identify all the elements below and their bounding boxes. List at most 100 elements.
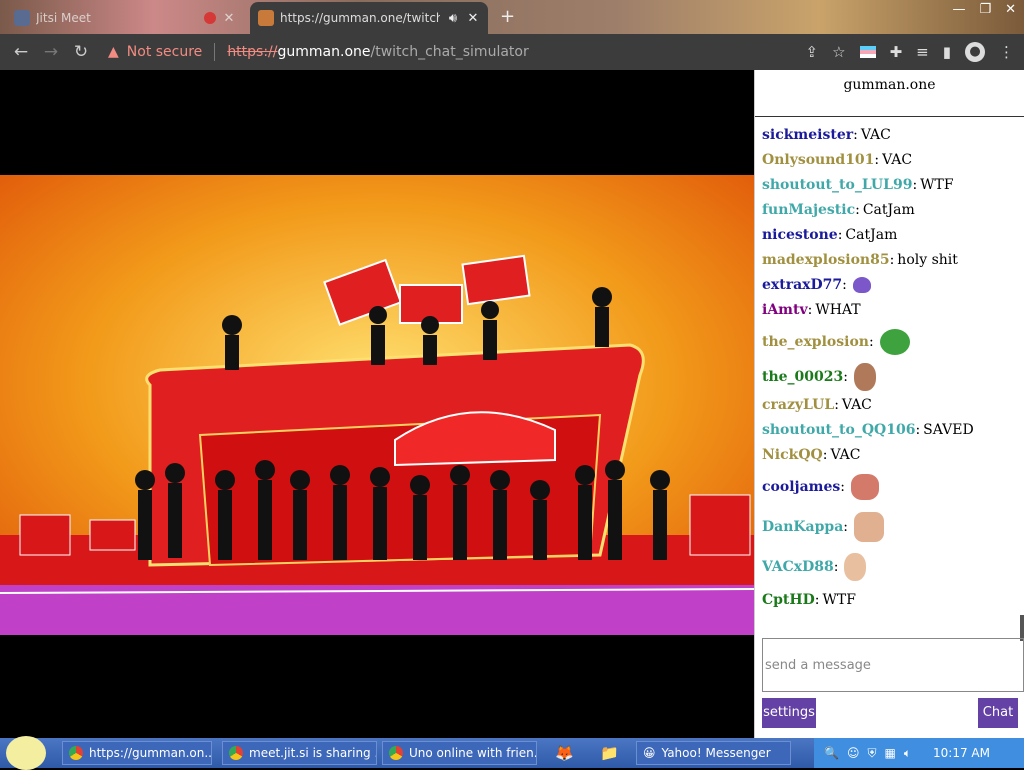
cartoon-scene-image bbox=[0, 175, 754, 635]
chat-username[interactable]: VACxD88 bbox=[762, 559, 834, 575]
chat-colon: : bbox=[842, 276, 847, 293]
forward-arrow-icon[interactable]: → bbox=[36, 42, 66, 62]
taskbar-item-gumman[interactable]: https://gumman.on... bbox=[62, 741, 212, 765]
close-window-icon[interactable]: ✕ bbox=[1005, 2, 1016, 17]
chat-message: CptHD: WTF bbox=[762, 587, 1018, 612]
system-tray: 🔍 ☺ ⛨ ▦ 🔈︎ 10:17 AM bbox=[814, 738, 1024, 768]
taskbar-item-jitsi[interactable]: meet.jit.si is sharing ... bbox=[222, 741, 377, 765]
chat-message: NickQQ: VAC bbox=[762, 442, 1018, 467]
chat-message: shoutout_to_LUL99: WTF bbox=[762, 172, 1018, 197]
chat-message: the_explosion: bbox=[762, 322, 1018, 362]
chat-colon: : bbox=[912, 176, 918, 193]
chat-username[interactable]: crazyLUL bbox=[762, 397, 834, 413]
shouting-face-emote bbox=[854, 512, 884, 542]
taskbar-item-label: https://gumman.on... bbox=[89, 746, 212, 760]
chat-message: cooljames: bbox=[762, 467, 1018, 507]
pepe-frog-emote bbox=[879, 329, 910, 355]
chat-username[interactable]: Onlysound101 bbox=[762, 152, 874, 168]
search-icon[interactable]: 🔍 bbox=[824, 746, 839, 760]
chat-colon: : bbox=[807, 301, 813, 318]
chat-message: DanKappa: bbox=[762, 507, 1018, 547]
chat-username[interactable]: the_explosion bbox=[762, 334, 869, 350]
chat-colon: : bbox=[889, 251, 895, 268]
chat-username[interactable]: sickmeister bbox=[762, 127, 853, 143]
chat-username[interactable]: extraxD77 bbox=[762, 277, 842, 293]
bookmark-star-icon[interactable]: ☆ bbox=[832, 43, 845, 61]
recording-icon bbox=[204, 12, 216, 24]
audio-playing-icon[interactable]: 🔊︎ bbox=[446, 11, 460, 26]
browser-toolbar: ← → ↻ ▲ Not secure https://gumman.one/tw… bbox=[0, 34, 1024, 70]
folder-icon[interactable]: 📁 bbox=[600, 744, 619, 762]
chat-message-input[interactable]: send a message bbox=[762, 638, 1024, 692]
chat-send-button[interactable]: Chat bbox=[978, 698, 1018, 728]
extensions-puzzle-icon[interactable]: ✚ bbox=[890, 43, 903, 61]
taskbar-item-uno[interactable]: Uno online with frien... bbox=[382, 741, 537, 765]
new-tab-button[interactable]: + bbox=[500, 6, 515, 27]
security-label[interactable]: Not secure bbox=[127, 44, 203, 60]
chat-username[interactable]: DanKappa bbox=[762, 519, 843, 535]
chat-colon: : bbox=[868, 334, 874, 350]
reload-icon[interactable]: ↻ bbox=[66, 42, 96, 62]
share-icon[interactable]: ⇪ bbox=[806, 43, 819, 61]
chat-colon: : bbox=[855, 201, 860, 218]
chat-message: sickmeister: VAC bbox=[762, 122, 1018, 147]
chrome-icon bbox=[229, 746, 243, 760]
tab-gumman[interactable]: https://gumman.one/twitch_ 🔊︎ ✕ bbox=[250, 2, 488, 34]
messenger-tray-icon[interactable]: ☺ bbox=[847, 746, 860, 760]
clock[interactable]: 10:17 AM bbox=[933, 746, 990, 760]
chat-text: VAC bbox=[882, 151, 913, 168]
chat-colon: : bbox=[840, 479, 845, 495]
windows-taskbar: https://gumman.on... meet.jit.si is shar… bbox=[0, 736, 1024, 770]
chat-username[interactable]: shoutout_to_QQ106 bbox=[762, 422, 915, 438]
purple-heart-emote bbox=[852, 276, 871, 293]
warning-triangle-icon[interactable]: ▲ bbox=[108, 44, 119, 60]
face-emote bbox=[853, 363, 876, 391]
settings-button[interactable]: settings bbox=[762, 698, 816, 728]
sidebar-icon[interactable]: ▮ bbox=[943, 43, 951, 61]
close-tab-icon[interactable]: ✕ bbox=[466, 11, 480, 26]
profile-avatar-icon[interactable]: ● bbox=[965, 42, 985, 62]
chat-colon: : bbox=[915, 421, 921, 438]
chat-username[interactable]: nicestone bbox=[762, 227, 838, 243]
back-arrow-icon[interactable]: ← bbox=[6, 42, 36, 62]
chat-colon: : bbox=[834, 396, 839, 413]
chat-username[interactable]: funMajestic bbox=[762, 202, 855, 218]
taskbar-item-messenger[interactable]: 😀 Yahoo! Messenger bbox=[636, 741, 791, 765]
menu-kebab-icon[interactable]: ⋮ bbox=[999, 43, 1014, 61]
chat-text: CatJam bbox=[862, 201, 915, 218]
network-icon[interactable]: ▦ bbox=[884, 746, 895, 760]
taskbar-item-label: meet.jit.si is sharing ... bbox=[249, 746, 377, 760]
firefox-icon[interactable]: 🦊 bbox=[555, 744, 574, 762]
chat-colon: : bbox=[837, 226, 843, 243]
url-host: gumman.one bbox=[277, 44, 371, 60]
start-button[interactable] bbox=[6, 736, 46, 770]
flag-extension-icon[interactable] bbox=[859, 46, 876, 58]
chat-username[interactable]: NickQQ bbox=[762, 447, 823, 463]
chat-text: WHAT bbox=[815, 301, 861, 318]
chat-text: VAC bbox=[841, 396, 872, 413]
chrome-icon bbox=[69, 746, 83, 760]
tab-title: https://gumman.one/twitch_ bbox=[280, 11, 440, 25]
omnibox-divider bbox=[214, 43, 216, 61]
chat-username[interactable]: shoutout_to_LUL99 bbox=[762, 177, 912, 193]
chat-message: madexplosion85: holy shit bbox=[762, 247, 1018, 272]
tab-jitsi-meet[interactable]: Jitsi Meet ✕ bbox=[6, 2, 244, 34]
chat-colon: : bbox=[814, 591, 820, 608]
url-protocol: https:// bbox=[227, 44, 278, 60]
chat-username[interactable]: CptHD bbox=[762, 592, 815, 608]
close-tab-icon[interactable]: ✕ bbox=[222, 11, 236, 26]
chat-username[interactable]: cooljames bbox=[762, 479, 840, 495]
chat-panel: gumman.one sickmeister: VAC Onlysound101: V… bbox=[754, 70, 1024, 738]
video-player[interactable] bbox=[0, 70, 754, 738]
jitsi-favicon-icon bbox=[14, 10, 30, 26]
restore-icon[interactable]: ❐ bbox=[979, 2, 991, 17]
volume-icon[interactable]: 🔈︎ bbox=[904, 746, 911, 761]
address-bar[interactable]: ▲ Not secure https://gumman.one/twitch_c… bbox=[108, 39, 828, 65]
media-queue-icon[interactable]: ≡ bbox=[916, 43, 929, 61]
chat-username[interactable]: the_00023 bbox=[762, 369, 843, 385]
chat-username[interactable]: iAmtv bbox=[762, 302, 808, 318]
url-text[interactable]: https://gumman.one/twitch_chat_simulator bbox=[227, 44, 528, 60]
security-tray-icon[interactable]: ⛨ bbox=[867, 746, 876, 761]
minimize-icon[interactable]: — bbox=[952, 2, 965, 17]
chat-username[interactable]: madexplosion85 bbox=[762, 252, 890, 268]
